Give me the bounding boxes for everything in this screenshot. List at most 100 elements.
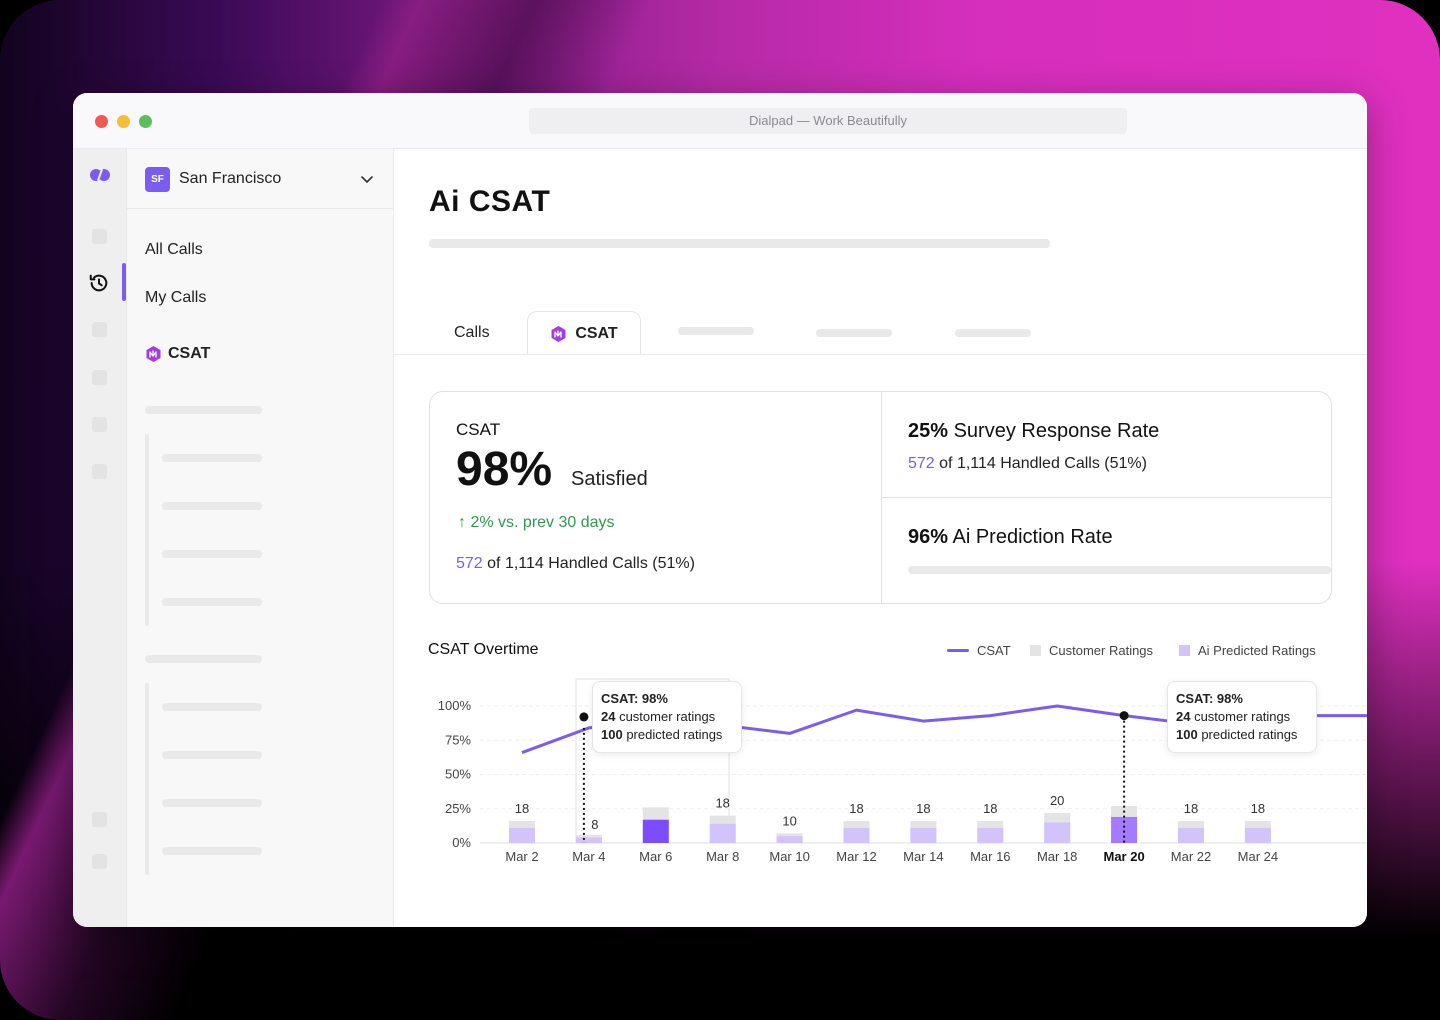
skeleton-line (162, 454, 262, 462)
arrow-up-icon: ↑ (458, 514, 466, 531)
handled-count: 572 (456, 555, 483, 572)
handled-text: of 1,114 Handled Calls (51%) (482, 555, 695, 572)
sub-navigation: SF San Francisco All Calls My Calls CSAT (127, 149, 394, 927)
x-tick-label: Mar 14 (903, 849, 943, 864)
skeleton-divider (145, 683, 149, 875)
survey-handled-calls: 572 of 1,114 Handled Calls (51%) (908, 455, 1147, 473)
legend-box-swatch (1179, 645, 1190, 656)
trend-text: 2% vs. prev 30 days (470, 514, 615, 531)
survey-rate-value: 25% (908, 420, 949, 442)
bar-ai-predicted (509, 827, 535, 843)
hover-point (1119, 711, 1129, 721)
title-bar: Dialpad — Work Beautifully (73, 93, 1367, 149)
chart-title: CSAT Overtime (428, 641, 539, 658)
bar-ai-predicted (776, 836, 803, 843)
x-tick-label: Mar 6 (639, 849, 672, 864)
tooltip-csat: CSAT: 98% (601, 691, 668, 706)
tabs-divider (394, 354, 1367, 355)
window-title: Dialpad — Work Beautifully (529, 108, 1127, 134)
chevron-down-icon[interactable] (359, 171, 375, 187)
page-title: Ai CSAT (429, 185, 551, 218)
bar-ai-predicted (843, 827, 870, 843)
legend-ai-predicted[interactable]: Ai Predicted Ratings (1179, 643, 1316, 658)
subnav-item-all-calls[interactable]: All Calls (145, 241, 203, 259)
tab-placeholder[interactable] (678, 327, 754, 335)
x-tick-label: Mar 2 (505, 849, 538, 864)
bar-value-label: 18 (916, 801, 930, 816)
nav-placeholder-icon[interactable] (92, 812, 107, 827)
close-window-button[interactable] (95, 115, 108, 128)
bar-ai-predicted (642, 819, 669, 843)
nav-placeholder-icon[interactable] (92, 229, 107, 244)
stats-cards: CSAT 98% Satisfied ↑ 2% vs. prev 30 days… (429, 391, 1332, 604)
bar-ai-predicted (1044, 822, 1071, 843)
bar-value-label: 18 (849, 801, 863, 816)
tab-csat[interactable]: CSAT (527, 311, 641, 355)
y-tick-label: 50% (445, 767, 471, 782)
hover-point (579, 712, 589, 722)
history-icon[interactable] (88, 272, 110, 294)
bar-ai-predicted (977, 827, 1004, 843)
legend-customer-ratings[interactable]: Customer Ratings (1030, 643, 1153, 658)
subnav-item-my-calls[interactable]: My Calls (145, 289, 206, 307)
org-badge: SF (145, 167, 170, 192)
org-name: San Francisco (179, 170, 282, 187)
bar-value-label: 18 (1251, 801, 1265, 816)
dialpad-logo-icon[interactable] (89, 167, 111, 183)
subnav-item-csat[interactable]: CSAT (145, 345, 210, 363)
legend-label: Customer Ratings (1049, 643, 1154, 658)
skeleton-divider (145, 434, 149, 626)
x-tick-label: Mar 10 (769, 849, 809, 864)
tooltip-predicted-count: 100 (601, 727, 623, 742)
bar-value-label: 18 (983, 801, 997, 816)
x-tick-label: Mar 8 (706, 849, 739, 864)
tooltip-customer-count: 24 (601, 709, 616, 724)
skeleton-line (145, 406, 262, 414)
org-selector[interactable]: SF San Francisco (127, 149, 393, 209)
tab-placeholder[interactable] (816, 329, 892, 337)
legend-csat[interactable]: CSAT (947, 643, 1011, 658)
y-tick-label: 0% (452, 835, 471, 850)
csat-trend: ↑ 2% vs. prev 30 days (458, 514, 615, 532)
survey-response-rate: 25% Survey Response Rate (908, 420, 1159, 443)
csat-value: 98% (456, 443, 553, 496)
handled-text: of 1,114 Handled Calls (51%) (934, 455, 1147, 472)
bar-ai-predicted (709, 823, 736, 843)
y-tick-label: 75% (445, 732, 471, 747)
skeleton-line (162, 847, 262, 855)
nav-placeholder-icon[interactable] (92, 322, 107, 337)
survey-response-card: 25% Survey Response Rate 572 of 1,114 Ha… (882, 392, 1331, 498)
legend-box-swatch (1030, 645, 1041, 656)
bar-ai-predicted (575, 837, 602, 843)
bar-ai-predicted (1244, 827, 1271, 843)
active-nav-indicator (122, 263, 126, 301)
minimize-window-button[interactable] (117, 115, 130, 128)
bar-value-label: 10 (782, 813, 796, 828)
nav-placeholder-icon[interactable] (92, 370, 107, 385)
bar-ai-predicted (1178, 827, 1204, 843)
x-tick-label: Mar 22 (1171, 849, 1211, 864)
maximize-window-button[interactable] (139, 115, 152, 128)
bar-value-label: 20 (1050, 793, 1064, 808)
skeleton-line (162, 703, 262, 711)
tooltip-customer-text: customer ratings (615, 709, 716, 724)
tab-label: CSAT (575, 324, 618, 342)
y-tick-label: 100% (438, 698, 472, 713)
x-tick-label: Mar 18 (1037, 849, 1077, 864)
ai-prediction-card: 96% Ai Prediction Rate (882, 498, 1331, 603)
bar-value-label: 8 (591, 817, 598, 832)
handled-count: 572 (908, 455, 935, 472)
tooltip-predicted-count: 100 (1176, 727, 1198, 742)
nav-placeholder-icon[interactable] (92, 417, 107, 432)
app-window: Dialpad — Work Beautifully SF San Franci… (73, 93, 1367, 927)
chart-tooltip: CSAT: 98% 24 customer ratings 100 predic… (1167, 681, 1317, 753)
ai-hexagon-icon (551, 325, 566, 342)
nav-placeholder-icon[interactable] (92, 464, 107, 479)
tab-calls[interactable]: Calls (454, 311, 490, 355)
tab-placeholder[interactable] (955, 329, 1031, 337)
nav-placeholder-icon[interactable] (92, 854, 107, 869)
tooltip-customer-count: 24 (1176, 709, 1191, 724)
subnav-item-label: CSAT (168, 345, 211, 362)
main-content: Ai CSAT Calls CSAT CSAT 98% Satisfied ↑ … (394, 149, 1367, 927)
csat-card: CSAT 98% Satisfied ↑ 2% vs. prev 30 days… (430, 392, 882, 603)
